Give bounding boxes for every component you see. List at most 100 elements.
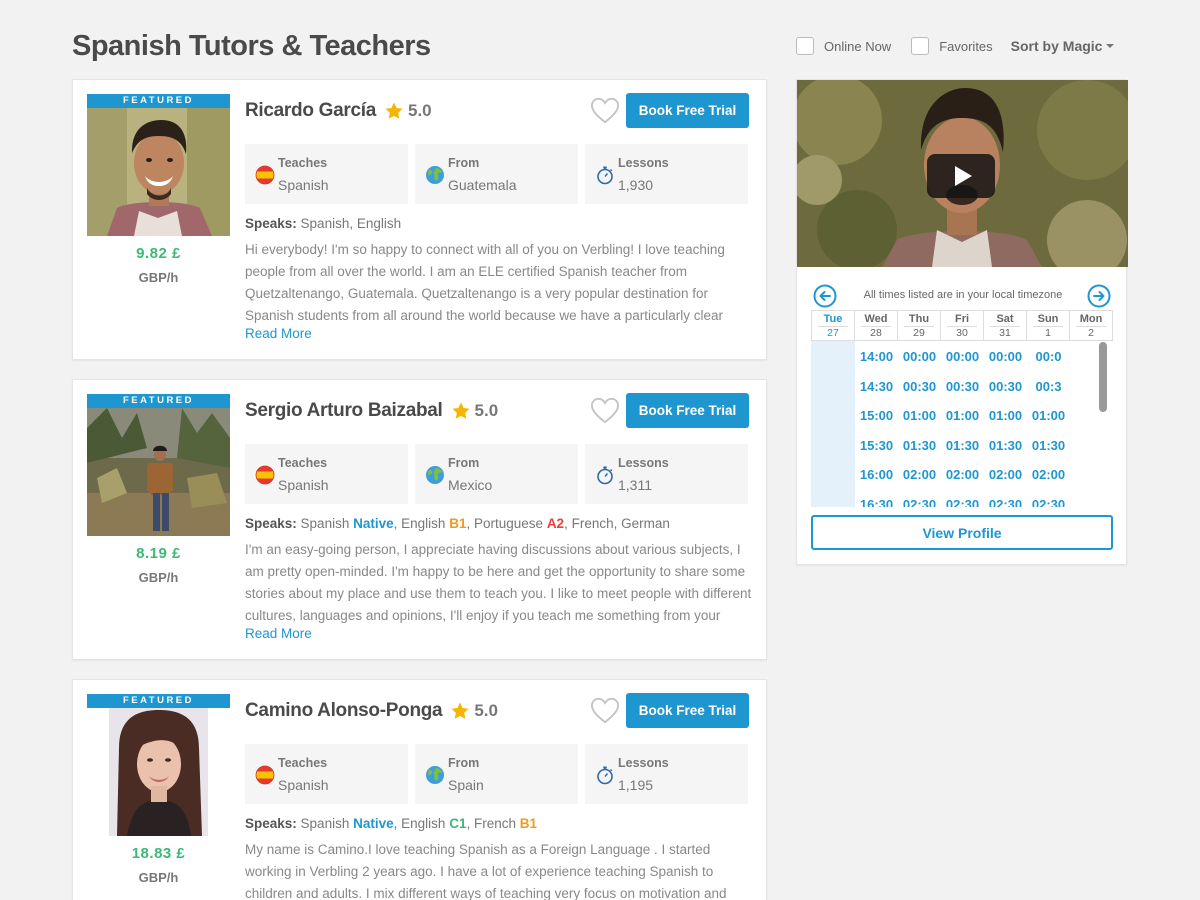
time-slot[interactable]: 14:00 [855,349,898,378]
heart-icon[interactable] [590,397,620,425]
sort-dropdown[interactable]: Sort by Magic [1011,38,1115,54]
tutor-price: 9.82 £ [136,245,181,262]
time-slot[interactable]: 00:0 [1027,349,1070,378]
time-slot[interactable]: 02:30 [1027,497,1070,508]
from-label: From [448,756,480,770]
time-slot[interactable]: 01:00 [941,408,984,437]
time-slot[interactable]: 00:30 [941,379,984,408]
day-wed[interactable]: Wed 28 [855,311,898,340]
tutor-bio: My name is Camino.I love teaching Spanis… [245,842,727,900]
tutor-card-camino[interactable]: FEATURED 18.83 £ GBP/h Camino Alonso-Pon… [72,679,767,900]
lessons-label: Lessons [618,756,669,770]
tutor-bio: Hi everybody! I'm so happy to connect wi… [245,242,725,323]
heart-icon[interactable] [590,97,620,125]
featured-badge: FEATURED [87,94,230,108]
filter-bar: Online Now Favorites Sort by Magic [796,36,1115,56]
day-name: Wed [864,313,888,325]
teaches-box: Teaches Spanish [245,744,408,804]
time-slot[interactable]: 15:00 [855,408,898,437]
online-now-checkbox[interactable] [796,37,814,55]
time-slot[interactable]: 16:30 [855,497,898,508]
day-num: 2 [1076,326,1106,339]
time-slot[interactable]: 00:3 [1027,379,1070,408]
book-free-trial-button[interactable]: Book Free Trial [626,693,749,728]
arrow-right-icon[interactable] [1087,284,1111,308]
read-more-link[interactable]: Read More [245,626,312,641]
time-slot[interactable]: 00:00 [941,349,984,378]
book-free-trial-button[interactable]: Book Free Trial [626,93,749,128]
time-slot[interactable]: 01:30 [1027,438,1070,467]
teaches-value: Spanish [278,477,329,493]
day-num: 28 [861,326,891,339]
time-slot[interactable]: 00:00 [898,349,941,378]
online-now-filter[interactable]: Online Now [796,37,891,55]
tutor-name[interactable]: Camino Alonso-Ponga [245,700,443,722]
time-slot[interactable]: 14:30 [855,379,898,408]
favorites-checkbox[interactable] [911,37,930,55]
time-row: 14:00 00:00 00:00 00:00 00:0 [855,349,1070,378]
play-video-button[interactable] [927,154,995,198]
time-slot[interactable]: 02:30 [941,497,984,508]
tutor-card-ricardo[interactable]: FEATURED 9.82 £ GBP/h Ricardo García 5.0… [72,79,767,360]
lessons-value: 1,930 [618,177,654,193]
tutor-photo[interactable] [87,408,230,536]
time-slot[interactable]: 02:00 [984,467,1027,496]
tutor-photo[interactable] [87,108,230,236]
day-tue[interactable]: Tue 27 [812,311,855,340]
book-free-trial-button[interactable]: Book Free Trial [626,393,749,428]
time-slot[interactable]: 01:30 [984,438,1027,467]
read-more-link[interactable]: Read More [245,326,312,341]
speaks-line: Speaks: Spanish Native, English C1, Fren… [245,816,538,831]
day-fri[interactable]: Fri 30 [941,311,984,340]
time-slots-scrollbar[interactable] [1099,342,1107,412]
from-box: From Spain [415,744,578,804]
day-mon[interactable]: Mon 2 [1070,311,1112,340]
time-slot[interactable]: 00:30 [898,379,941,408]
intro-video[interactable] [797,80,1128,267]
day-sat[interactable]: Sat 31 [984,311,1027,340]
language-level-badge: B1 [449,516,467,531]
heart-icon[interactable] [590,697,620,725]
view-profile-button[interactable]: View Profile [811,515,1113,550]
tutor-name-row: Camino Alonso-Ponga 5.0 [245,700,498,722]
time-slot[interactable]: 02:00 [941,467,984,496]
from-box: From Mexico [415,444,578,504]
time-slot[interactable]: 01:30 [941,438,984,467]
globe-icon [425,765,445,785]
tutor-card-sergio[interactable]: FEATURED 8.19 £ GBP/h Sergio Arturo Baiz… [72,379,767,660]
language-name: Spanish [300,816,350,831]
teaches-label: Teaches [278,456,328,470]
time-row: 16:30 02:30 02:30 02:30 02:30 [855,497,1070,508]
spain-flag-icon [255,765,275,785]
from-value: Guatemala [448,177,517,193]
time-slots-grid[interactable]: 14:00 00:00 00:00 00:00 00:0 14:30 00:30 00:30 0… [811,341,1113,507]
time-slot[interactable]: 00:00 [984,349,1027,378]
tutor-name[interactable]: Sergio Arturo Baizabal [245,400,443,422]
teaches-label: Teaches [278,156,328,170]
time-slot[interactable]: 01:30 [898,438,941,467]
time-slot[interactable]: 02:30 [984,497,1027,508]
tutor-photo[interactable] [87,708,230,836]
day-sun[interactable]: Sun 1 [1027,311,1070,340]
time-slot[interactable]: 01:00 [898,408,941,437]
time-slot[interactable]: 01:00 [1027,408,1070,437]
time-slot[interactable]: 02:00 [898,467,941,496]
star-icon [451,401,471,421]
day-num: 29 [904,326,934,339]
arrow-left-icon[interactable] [813,284,837,308]
time-row: 16:00 02:00 02:00 02:00 02:00 [855,467,1070,496]
time-slot[interactable]: 02:00 [1027,467,1070,496]
time-slot[interactable]: 16:00 [855,467,898,496]
day-thu[interactable]: Thu 29 [898,311,941,340]
time-slot[interactable]: 02:30 [898,497,941,508]
stopwatch-icon [595,765,615,785]
lessons-label: Lessons [618,456,669,470]
time-slot[interactable]: 01:00 [984,408,1027,437]
speaks-line: Speaks: Spanish Native, English B1, Port… [245,516,670,531]
favorites-filter[interactable]: Favorites [911,37,993,55]
time-slot[interactable]: 00:30 [984,379,1027,408]
tutor-name[interactable]: Ricardo García [245,100,376,122]
lessons-box: Lessons 1,195 [585,744,748,804]
price-unit: GBP/h [138,270,179,285]
time-slot[interactable]: 15:30 [855,438,898,467]
